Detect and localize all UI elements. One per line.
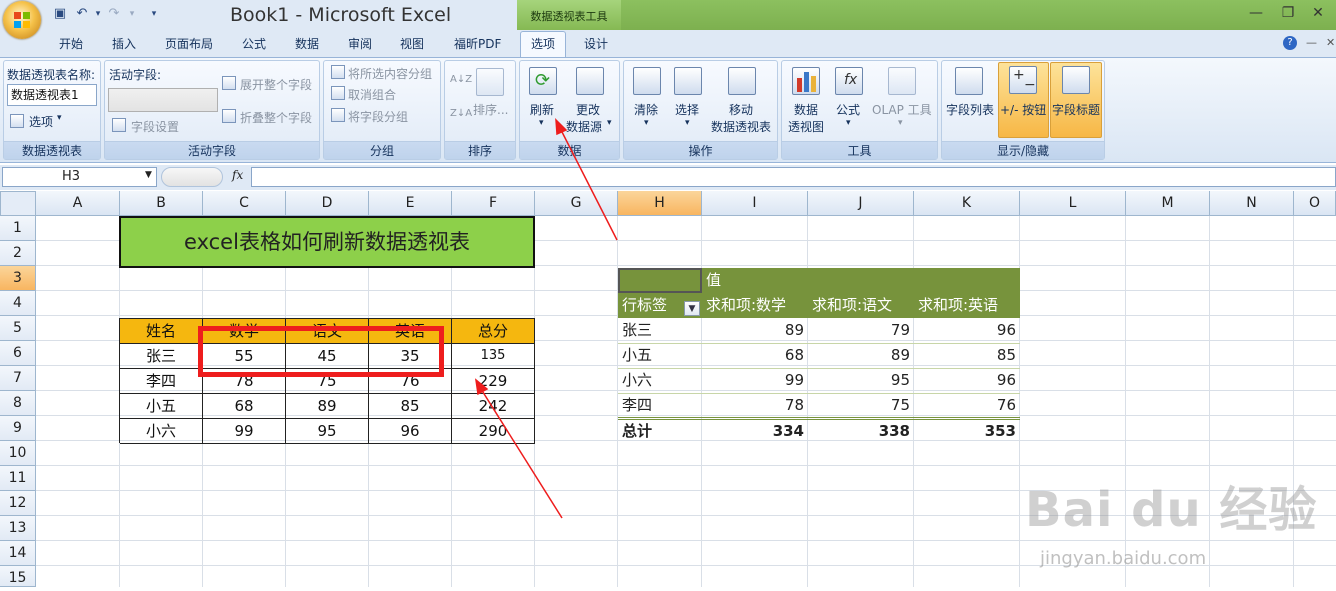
baidu-watermark: Bai du 经验 xyxy=(1025,482,1318,538)
arrow-to-refresh xyxy=(555,118,618,241)
arrow-to-totals xyxy=(474,378,563,519)
baidu-watermark-url: jingyan.baidu.com xyxy=(1040,548,1207,569)
office-button[interactable] xyxy=(3,1,41,39)
office-logo-icon xyxy=(14,12,30,28)
